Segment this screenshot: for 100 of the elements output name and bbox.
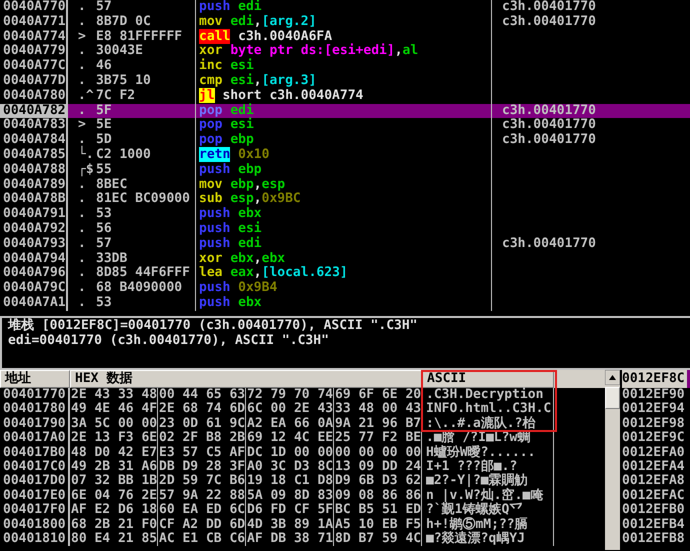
hex-cell: 33 48 00 43 bbox=[334, 402, 422, 417]
code-row[interactable]: 0040A7A1 . 53 push ebx bbox=[0, 296, 690, 311]
comment-text: c3h.00401770 bbox=[502, 102, 596, 118]
stack-address[interactable]: 0012EFA8 bbox=[622, 474, 690, 489]
stack-address[interactable]: 0012EFA4 bbox=[622, 460, 690, 474]
hex-cell: 2E 43 33 48 bbox=[70, 388, 158, 402]
ascii-text: ■2?-Y|?■霖賙觔 bbox=[426, 473, 528, 488]
comment-text: c3h.00401770 bbox=[502, 14, 596, 29]
hex-bytes: 46 bbox=[96, 59, 112, 74]
comment-text: c3h.00401770 bbox=[502, 132, 596, 148]
code-row[interactable]: 0040A792 . 56 push esi bbox=[0, 222, 690, 237]
hex-cell: 80 E4 21 85 bbox=[70, 532, 158, 546]
address-text: 0040A789 bbox=[3, 176, 66, 192]
ascii-text: n |v.W?灿.窋.■唵 bbox=[426, 488, 544, 503]
hex-cell: 02 2F B8 2B bbox=[158, 431, 246, 446]
hex-bytes: 33DB bbox=[96, 252, 128, 266]
stack-address[interactable]: 0012EFAC bbox=[622, 488, 690, 504]
code-row[interactable]: 0040A779 . 30043E xor byte ptr ds:[esi+edi],al bbox=[0, 44, 690, 60]
scroll-up-icon[interactable] bbox=[605, 370, 620, 385]
stack-address[interactable]: 0012EFB4 bbox=[622, 518, 690, 532]
hex-cell: 72 79 70 74 bbox=[246, 388, 334, 402]
address-text: 00401780 bbox=[3, 401, 66, 416]
hex-cell: 2D 59 7C B6 bbox=[158, 474, 246, 489]
ascii-text: ?`觐1铸螺嫉Q乊 bbox=[426, 502, 522, 518]
selected-code-row[interactable]: 0040A782 . 5F pop edi c3h.00401770 bbox=[0, 104, 690, 118]
jump-mark: . bbox=[78, 236, 87, 252]
instruction-text: retn 0x10 bbox=[199, 146, 270, 162]
address-text: 00401790 bbox=[3, 416, 66, 431]
hex-cell: A5 10 EB F5 bbox=[334, 518, 422, 532]
column-header[interactable]: 地址 bbox=[0, 370, 70, 388]
hex-cell: 60 EA ED 6C bbox=[158, 503, 246, 518]
code-row[interactable]: 0040A77C . 46 inc esi bbox=[0, 59, 690, 74]
jump-mark: . bbox=[78, 222, 87, 237]
stack-address[interactable]: 0012EF90 bbox=[622, 388, 690, 402]
hex-cell: AF DB 38 71 bbox=[246, 532, 334, 546]
code-row[interactable]: 0040A783 > 5E pop esi c3h.00401770 bbox=[0, 118, 690, 134]
instruction-text: pop esi bbox=[199, 117, 254, 132]
code-row[interactable]: 0040A794 . 33DB xor ebx,ebx bbox=[0, 252, 690, 266]
instruction-text: push edi bbox=[199, 236, 262, 251]
stack-address[interactable]: 0012EFA0 bbox=[622, 446, 690, 460]
code-row[interactable]: 0040A785 └. C2 1000 retn 0x10 bbox=[0, 148, 690, 163]
hex-bytes: C2 1000 bbox=[96, 148, 151, 163]
code-row[interactable]: 0040A79C . 68 B4090000 push 0x9B4 bbox=[0, 281, 690, 296]
hex-bytes: 57 bbox=[96, 0, 112, 15]
instruction-text: sub esp,0x9BC bbox=[199, 191, 301, 206]
instruction-text: jl short c3h.0040A774 bbox=[199, 88, 364, 103]
info-line: edi=00401770 (c3h.00401770), ASCII ".C3H" bbox=[8, 334, 330, 349]
hex-cell: 48 D0 42 E7 bbox=[70, 446, 158, 460]
jump-mark: .^ bbox=[78, 88, 95, 104]
stack-address[interactable]: 0012EFB8 bbox=[622, 532, 690, 546]
address-text: 0040A78B bbox=[3, 191, 66, 206]
column-header[interactable]: HEX 数据 bbox=[70, 370, 422, 388]
code-row[interactable]: 0040A789 . 8BEC mov ebp,esp bbox=[0, 178, 690, 192]
hex-cell: 25 77 F2 BE bbox=[334, 431, 422, 446]
ascii-text: I+1 ???郋■.? bbox=[426, 458, 518, 474]
instruction-text: push 0x9B4 bbox=[199, 280, 278, 296]
code-row[interactable]: 0040A788 ┌$ 55 push ebp bbox=[0, 162, 690, 178]
jump-mark: . bbox=[78, 74, 87, 89]
hex-cell: 49 4E 46 4F bbox=[70, 402, 158, 417]
stack-address[interactable]: 0012EF94 bbox=[622, 402, 690, 417]
code-row[interactable]: 0040A796 . 8D85 44F6FFF lea eax,[local.623] bbox=[0, 266, 690, 282]
instruction-text: pop ebp bbox=[199, 132, 254, 148]
hex-bytes: 57 bbox=[96, 236, 112, 252]
scrollbar[interactable] bbox=[605, 370, 620, 550]
hex-bytes: 3B75 10 bbox=[96, 74, 151, 89]
address-text: 0040A780 bbox=[3, 88, 66, 103]
selected-stack-address[interactable]: 0012EF8C bbox=[622, 370, 690, 388]
hex-cell: 57 9A 22 88 bbox=[158, 488, 246, 504]
hex-cell: 69 6F 6E 20 bbox=[334, 388, 422, 402]
code-row[interactable]: 0040A793 . 57 push edi c3h.00401770 bbox=[0, 236, 690, 252]
hex-cell: 13 09 DD 24 bbox=[334, 460, 422, 474]
hex-bytes: 8B7D 0C bbox=[96, 14, 151, 30]
address-text: 0040A792 bbox=[3, 220, 66, 236]
hex-bytes: E8 81FFFFFF bbox=[96, 30, 182, 44]
address-text: 0040A779 bbox=[3, 43, 66, 58]
hex-cell: 4D 3B 89 1A bbox=[246, 518, 334, 532]
jump-mark: . bbox=[78, 44, 87, 60]
hex-cell: 00 44 65 63 bbox=[158, 388, 246, 402]
address-text: 00401800 bbox=[3, 516, 66, 532]
hex-cell: 23 0D 61 9C bbox=[158, 416, 246, 432]
address-text: 0040A7A1 bbox=[3, 294, 66, 310]
hex-cell: A2 EA 66 0A bbox=[246, 416, 334, 432]
scroll-thumb[interactable] bbox=[605, 387, 620, 409]
comment-text: c3h.00401770 bbox=[502, 0, 596, 14]
address-text: 0040A794 bbox=[3, 250, 66, 266]
code-row[interactable]: 0040A78B . 81EC BC09000 sub esp,0x9BC bbox=[0, 192, 690, 208]
stack-address[interactable]: 0012EF9C bbox=[622, 431, 690, 446]
stack-address[interactable]: 0012EF98 bbox=[622, 416, 690, 432]
jump-mark: . bbox=[78, 252, 87, 266]
hex-bytes: 68 B4090000 bbox=[96, 281, 182, 296]
jump-mark: . bbox=[78, 192, 87, 208]
hex-cell: 3A 5C 00 00 bbox=[70, 416, 158, 432]
address-text: 0040A788 bbox=[3, 162, 66, 177]
jump-mark: └. bbox=[78, 148, 95, 163]
code-row[interactable]: 0040A774 > E8 81FFFFFF call c3h.0040A6FA bbox=[0, 30, 690, 44]
hex-cell: 5A 09 8D 83 bbox=[246, 488, 334, 504]
jump-mark: . bbox=[78, 266, 87, 282]
instruction-text: mov ebp,esp bbox=[199, 176, 286, 192]
stack-address[interactable]: 0012EFB0 bbox=[622, 503, 690, 518]
code-row[interactable]: 0040A791 . 53 push ebx bbox=[0, 207, 690, 222]
